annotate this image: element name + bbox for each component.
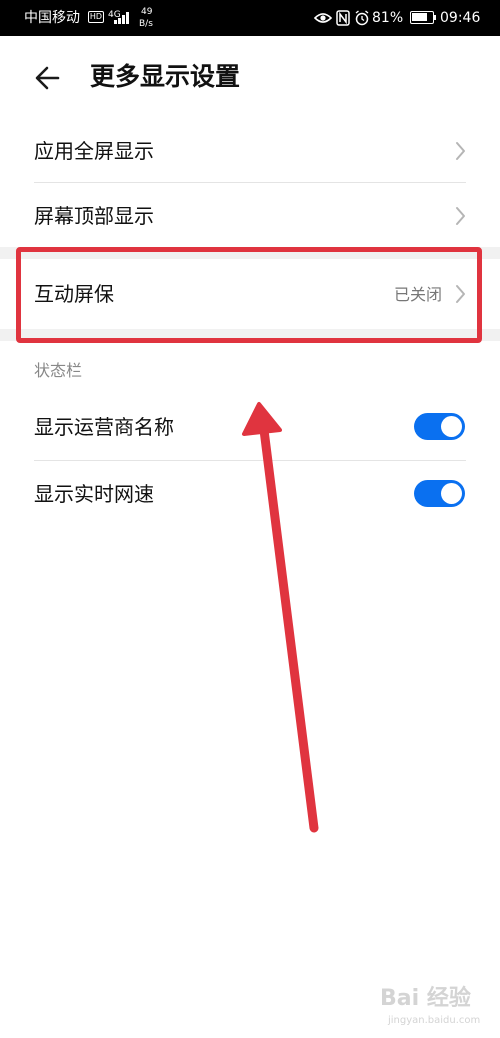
setting-row-top-display[interactable]: 屏幕顶部显示 [0,183,500,249]
section-header-status-bar: 状态栏 [34,361,83,380]
setting-label: 显示运营商名称 [34,415,174,439]
hd-badge: HD [88,11,104,23]
chevron-right-icon [456,207,465,225]
page-header: 更多显示设置 [0,36,500,120]
net-speed-value: 49 [141,7,153,17]
chevron-right-icon [456,142,465,160]
network-speed-toggle[interactable] [414,480,465,507]
carrier-name-toggle[interactable] [414,413,465,440]
baidu-watermark: Bai 经验 jingyan.baidu.com [380,985,490,1031]
eye-comfort-icon [314,13,332,23]
battery-icon [410,11,434,24]
setting-row-fullscreen[interactable]: 应用全屏显示 [0,120,500,182]
watermark-logo: Bai 经验 [380,986,471,1011]
toggle-knob [441,483,462,504]
setting-label: 屏幕顶部显示 [34,204,154,228]
alarm-icon [355,10,369,26]
battery-percent: 81% [372,10,404,26]
setting-label: 显示实时网速 [34,482,154,506]
annotation-highlight-box [16,247,482,343]
clock-time: 09:46 [440,10,481,26]
nfc-icon [336,10,350,26]
setting-row-carrier-name: 显示运营商名称 [0,394,500,460]
toggle-knob [441,416,462,437]
page-title: 更多显示设置 [90,62,241,91]
watermark-url: jingyan.baidu.com [388,1015,481,1026]
net-speed-unit: B/s [139,19,153,29]
status-bar: 中国移动 HD 4G 49 B/s 81% 09:46 [0,0,500,36]
arrow-left-icon[interactable] [28,58,68,98]
carrier-label: 中国移动 [24,10,80,26]
setting-label: 应用全屏显示 [34,139,154,163]
setting-row-network-speed: 显示实时网速 [0,461,500,527]
